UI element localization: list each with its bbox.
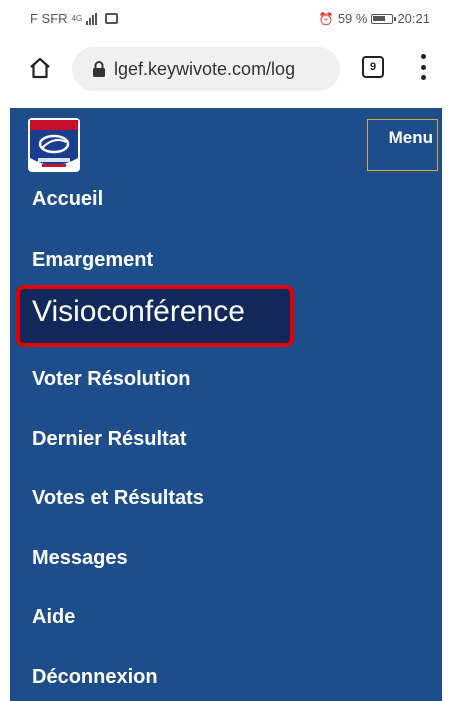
home-icon[interactable] — [28, 56, 52, 80]
battery-icon — [371, 13, 397, 24]
battery-percent: 59 % — [337, 11, 368, 26]
clock: 20:21 — [397, 11, 430, 26]
carrier-name: F SFR — [30, 11, 68, 26]
nav-item-voter-resolution[interactable]: Voter Résolution — [32, 368, 191, 391]
message-icon — [105, 13, 119, 24]
league-logo-icon — [28, 118, 80, 172]
nav-item-deconnexion[interactable]: Déconnexion — [32, 666, 158, 689]
nav-item-aide[interactable]: Aide — [32, 606, 75, 629]
address-bar[interactable]: lgef.keywivote.com/log — [72, 47, 340, 91]
network-type: 4G — [71, 14, 83, 23]
nav-item-accueil[interactable]: Accueil — [32, 188, 103, 211]
status-right: ⏰ 59 % 20:21 — [319, 11, 430, 26]
nav-item-messages[interactable]: Messages — [32, 547, 128, 570]
nav-item-votes-et-resultats[interactable]: Votes et Résultats — [32, 487, 204, 510]
alarm-icon: ⏰ — [318, 11, 334, 26]
status-left: F SFR 4G — [30, 11, 119, 26]
browser-toolbar: lgef.keywivote.com/log 9 — [0, 40, 452, 100]
status-bar: F SFR 4G ⏰ 59 % 20:21 — [0, 0, 452, 40]
signal-icon — [86, 12, 98, 25]
more-options-icon[interactable] — [418, 54, 428, 80]
nav-item-dernier-resultat[interactable]: Dernier Résultat — [32, 428, 187, 451]
lock-icon — [93, 61, 105, 77]
nav-item-emargement[interactable]: Emargement — [32, 249, 153, 272]
url-text: lgef.keywivote.com/log — [114, 58, 296, 79]
tab-switcher-icon[interactable]: 9 — [362, 56, 384, 78]
page-content: Menu Accueil Emargement Visioconférence … — [10, 108, 442, 701]
nav-item-visioconference[interactable]: Visioconférence — [16, 285, 294, 347]
menu-button[interactable]: Menu — [367, 119, 438, 171]
